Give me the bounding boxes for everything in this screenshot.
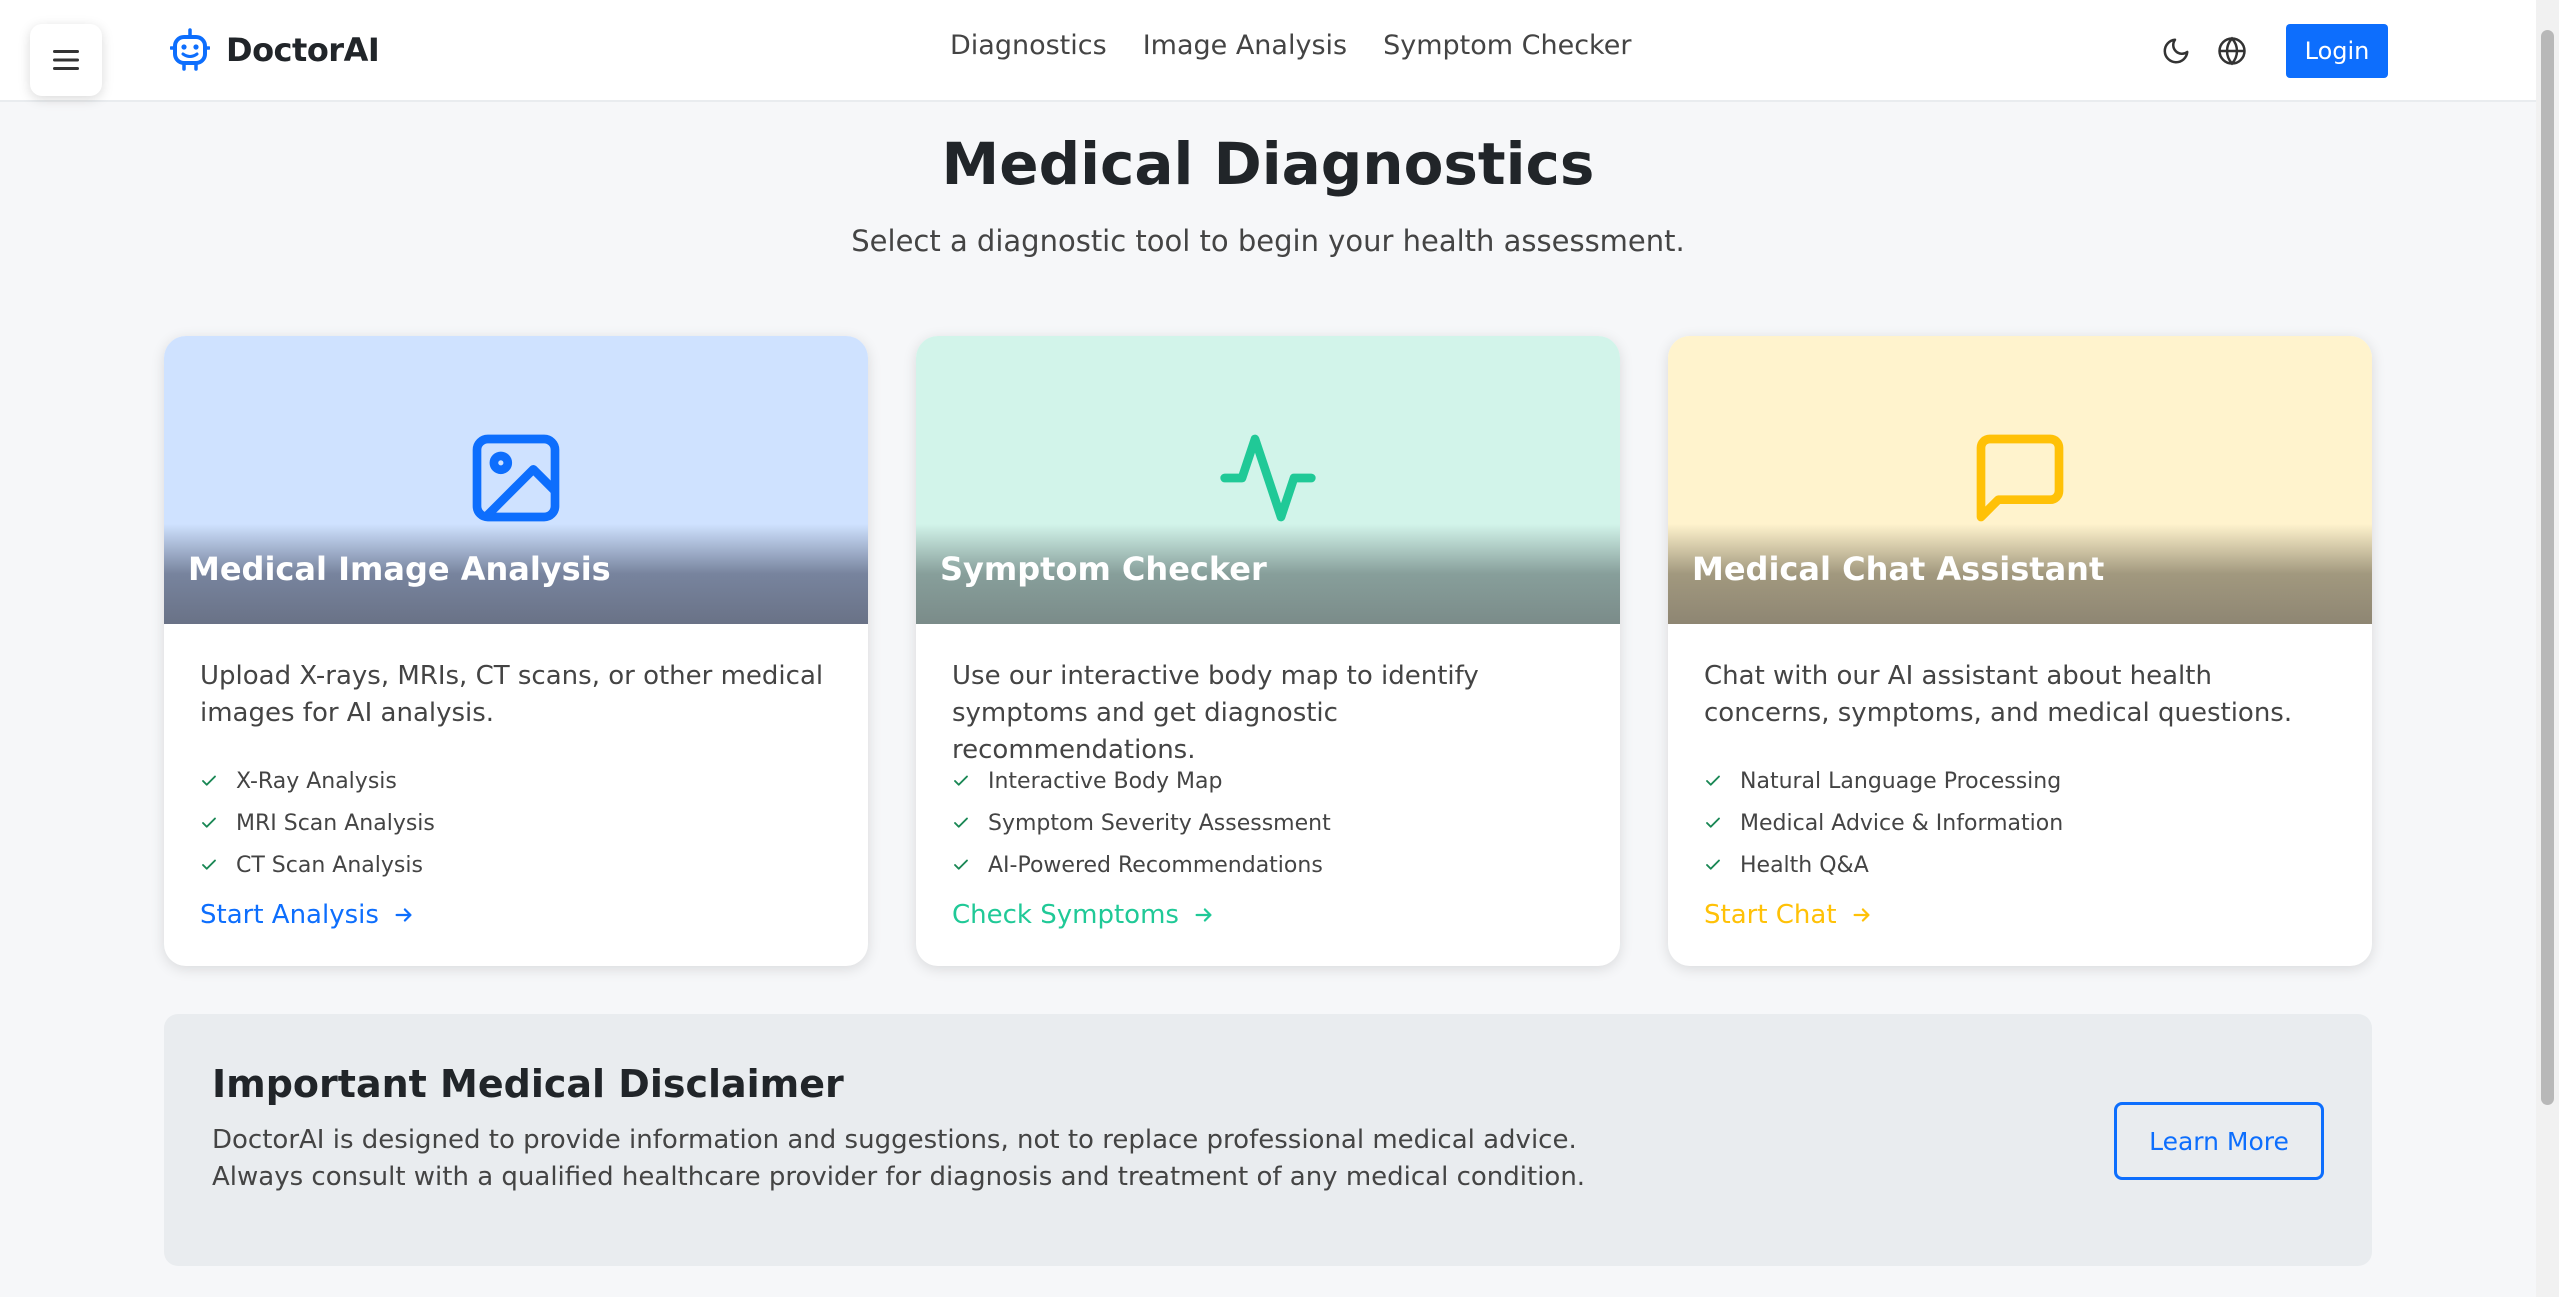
- card-title: Medical Image Analysis: [188, 550, 611, 588]
- card-title: Medical Chat Assistant: [1692, 550, 2105, 588]
- card-header: Medical Image Analysis: [164, 336, 868, 624]
- feature-list: Interactive Body Map Symptom Severity As…: [952, 760, 1584, 886]
- feature-item: Symptom Severity Assessment: [952, 802, 1584, 844]
- page-title: Medical Diagnostics: [941, 130, 1595, 198]
- feature-label: X-Ray Analysis: [236, 768, 397, 794]
- arrow-right-icon: [395, 908, 412, 922]
- check-icon: [202, 775, 216, 786]
- page-scrollbar[interactable]: [2536, 0, 2559, 1297]
- login-button[interactable]: Login: [2286, 24, 2388, 78]
- feature-list: Natural Language Processing Medical Advi…: [1704, 760, 2336, 886]
- check-icon: [1706, 775, 1720, 786]
- card-body: Use our interactive body map to identify…: [916, 624, 1620, 930]
- nav-link-image-analysis[interactable]: Image Analysis: [1143, 30, 1347, 61]
- feature-item: Natural Language Processing: [1704, 760, 2336, 802]
- feature-item: CT Scan Analysis: [200, 844, 832, 886]
- scrollbar-thumb[interactable]: [2541, 30, 2554, 1105]
- top-navbar: DoctorAI Diagnostics Image Analysis Symp…: [0, 0, 2536, 102]
- brand-name: DoctorAI: [226, 31, 380, 69]
- arrow-right-icon: [1853, 908, 1870, 922]
- page-subtitle: Select a diagnostic tool to begin your h…: [851, 224, 1685, 258]
- menu-toggle-button[interactable]: [30, 24, 102, 96]
- activity-pulse-icon: [1220, 434, 1316, 522]
- theme-toggle-button[interactable]: [2160, 35, 2192, 67]
- language-button[interactable]: [2216, 35, 2248, 67]
- main-nav: Diagnostics Image Analysis Symptom Check…: [950, 30, 1631, 61]
- feature-item: Medical Advice & Information: [1704, 802, 2336, 844]
- feature-item: Health Q&A: [1704, 844, 2336, 886]
- globe-icon: [2218, 36, 2246, 66]
- brand-logo[interactable]: DoctorAI: [170, 28, 380, 72]
- feature-item: AI-Powered Recommendations: [952, 844, 1584, 886]
- card-header: Symptom Checker: [916, 336, 1620, 624]
- nav-link-symptom-checker[interactable]: Symptom Checker: [1383, 30, 1631, 61]
- check-icon: [1706, 817, 1720, 828]
- arrow-right-icon: [1195, 908, 1212, 922]
- card-medical-image-analysis[interactable]: Medical Image Analysis Upload X-rays, MR…: [164, 336, 868, 966]
- feature-label: CT Scan Analysis: [236, 852, 423, 878]
- nav-link-diagnostics[interactable]: Diagnostics: [950, 30, 1107, 61]
- disclaimer-text: DoctorAI is designed to provide informat…: [212, 1125, 1586, 1192]
- card-description: Use our interactive body map to identify…: [952, 661, 1479, 765]
- chat-bubble-icon: [1976, 434, 2064, 522]
- check-icon: [202, 859, 216, 870]
- card-description: Upload X-rays, MRIs, CT scans, or other …: [200, 661, 824, 728]
- feature-item: MRI Scan Analysis: [200, 802, 832, 844]
- start-analysis-link[interactable]: Start Analysis: [200, 900, 832, 930]
- link-label: Start Analysis: [200, 900, 379, 930]
- robot-logo-icon: [170, 28, 210, 71]
- menu-icon: [53, 50, 79, 70]
- check-icon: [1706, 859, 1720, 870]
- feature-label: MRI Scan Analysis: [236, 810, 435, 836]
- feature-label: AI-Powered Recommendations: [988, 852, 1323, 878]
- card-body: Chat with our AI assistant about health …: [1668, 624, 2372, 930]
- image-icon: [472, 434, 560, 522]
- card-title: Symptom Checker: [940, 550, 1267, 588]
- card-symptom-checker[interactable]: Symptom Checker Use our interactive body…: [916, 336, 1620, 966]
- card-description: Chat with our AI assistant about health …: [1704, 661, 2293, 728]
- link-label: Check Symptoms: [952, 900, 1179, 930]
- disclaimer-title: Important Medical Disclaimer: [212, 1062, 844, 1106]
- card-medical-chat-assistant[interactable]: Medical Chat Assistant Chat with our AI …: [1668, 336, 2372, 966]
- card-body: Upload X-rays, MRIs, CT scans, or other …: [164, 624, 868, 930]
- feature-label: Medical Advice & Information: [1740, 810, 2064, 836]
- moon-icon: [2163, 38, 2189, 64]
- check-icon: [954, 817, 968, 828]
- medical-disclaimer: Important Medical Disclaimer DoctorAI is…: [164, 1014, 2372, 1266]
- learn-more-button[interactable]: Learn More: [2114, 1102, 2324, 1180]
- feature-label: Natural Language Processing: [1740, 768, 2062, 794]
- feature-list: X-Ray Analysis MRI Scan Analysis CT Scan…: [200, 760, 832, 886]
- header-actions: Login: [2160, 24, 2388, 78]
- check-icon: [202, 817, 216, 828]
- feature-label: Health Q&A: [1740, 852, 1869, 878]
- feature-label: Interactive Body Map: [988, 768, 1223, 794]
- link-label: Start Chat: [1704, 900, 1837, 930]
- start-chat-link[interactable]: Start Chat: [1704, 900, 2336, 930]
- check-icon: [954, 775, 968, 786]
- card-header: Medical Chat Assistant: [1668, 336, 2372, 624]
- feature-item: X-Ray Analysis: [200, 760, 832, 802]
- check-symptoms-link[interactable]: Check Symptoms: [952, 900, 1584, 930]
- feature-label: Symptom Severity Assessment: [988, 810, 1331, 836]
- check-icon: [954, 859, 968, 870]
